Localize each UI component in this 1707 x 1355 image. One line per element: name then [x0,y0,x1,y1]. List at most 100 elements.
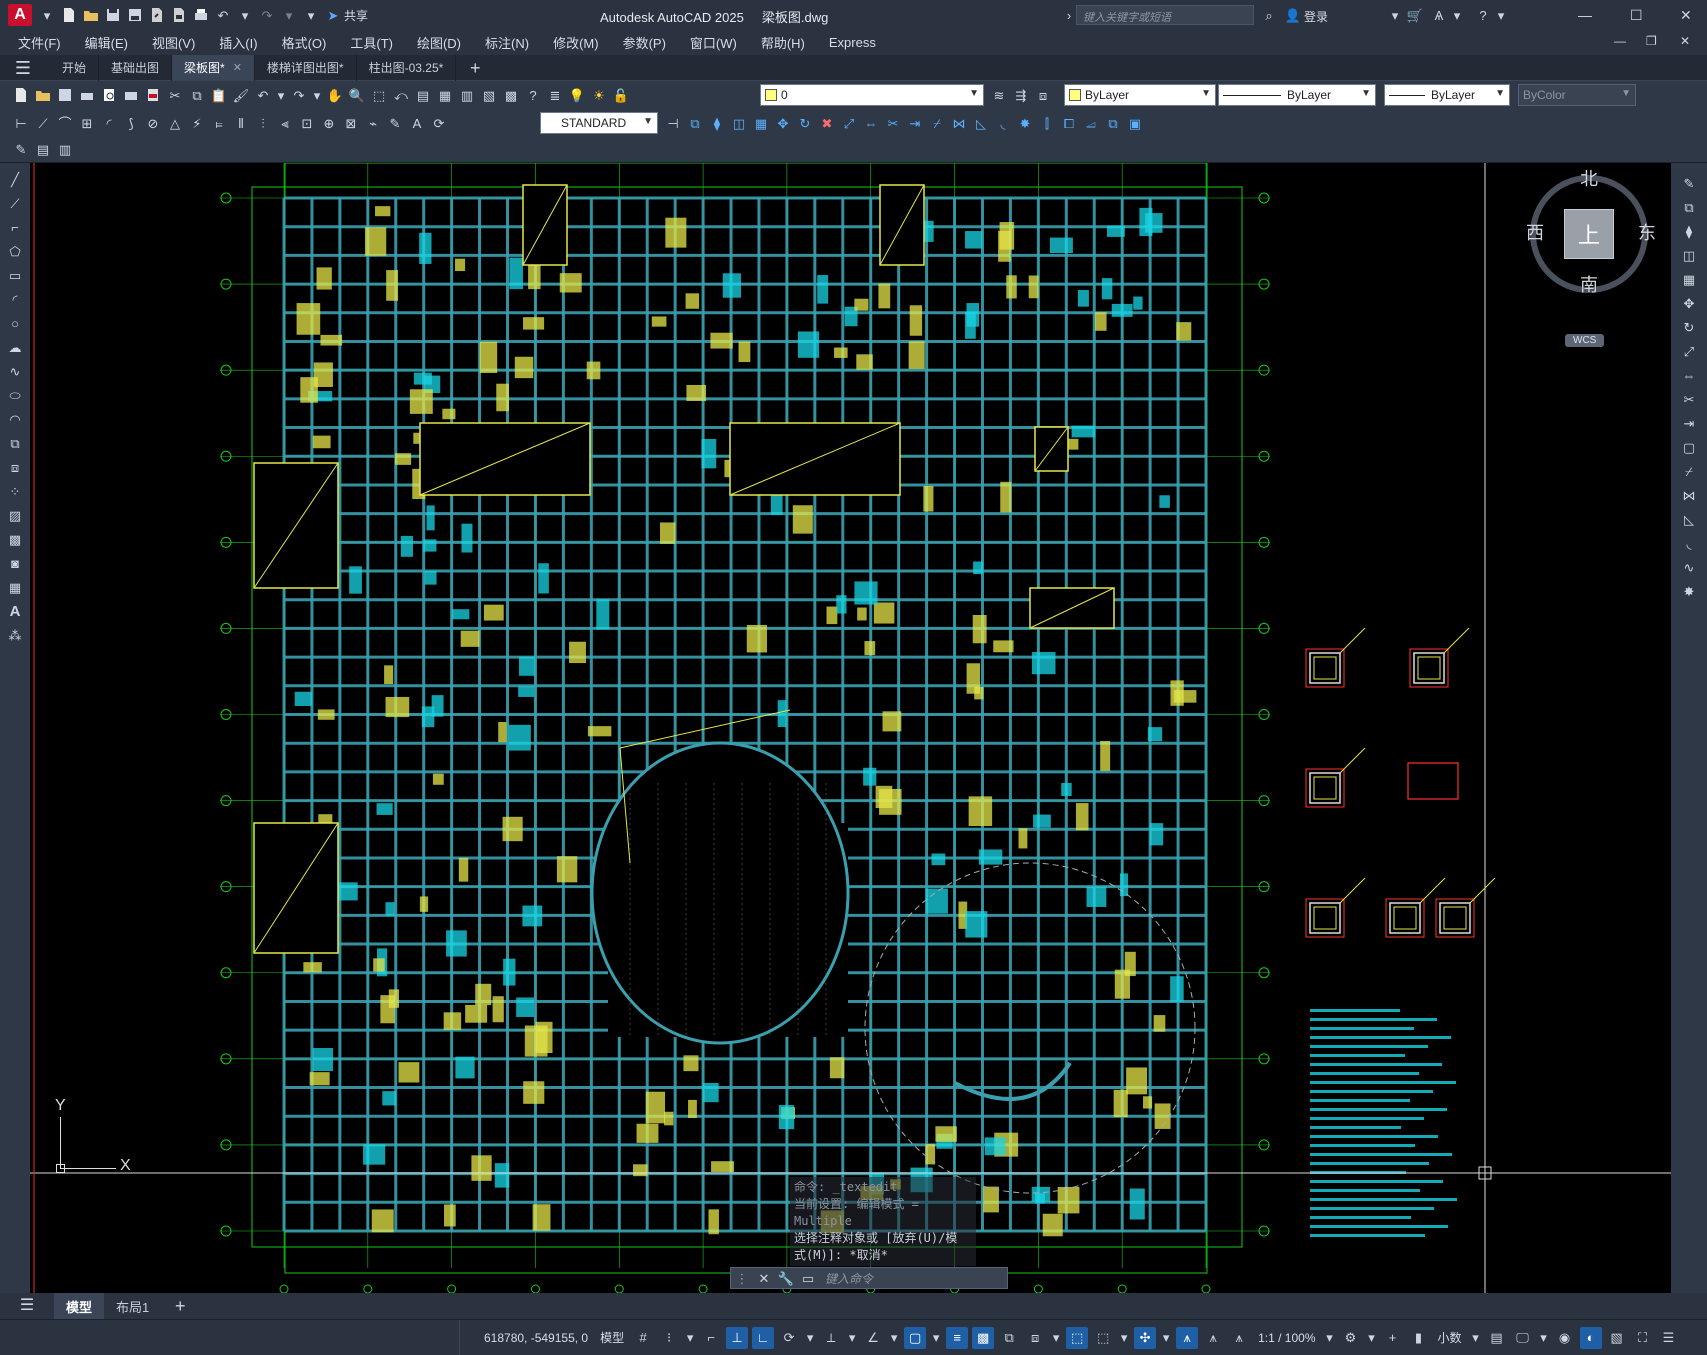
erase-icon[interactable]: ✖ [818,114,836,132]
ellipse-arc-icon[interactable]: ◠ [6,410,24,428]
extend-icon[interactable]: ⇥ [1680,414,1698,432]
lineweight-toggle-icon[interactable]: ≡ [946,1326,969,1349]
a360-dropdown-icon[interactable]: ▾ [1448,6,1466,24]
properties-icon[interactable]: ▤ [414,86,432,104]
redo-dropdown-icon[interactable]: ▾ [312,86,322,104]
doc-minimize-icon[interactable]: — [1614,34,1626,48]
command-close-icon[interactable]: ✕ [755,1269,773,1287]
align-icon[interactable]: ⫿ [1038,114,1056,132]
polyline-icon[interactable]: ⌐ [6,218,24,236]
continue-dim-icon[interactable]: ⫴ [232,114,250,132]
undo-dropdown-icon[interactable]: ▾ [276,86,286,104]
wcs-menu[interactable]: WCS [1565,334,1605,347]
rotate-icon[interactable]: ↻ [1680,318,1698,336]
gradient-icon[interactable]: ▩ [6,530,24,548]
sheet-set-icon[interactable]: ▧ [480,86,498,104]
tab-stair-detail[interactable]: 楼梯详图出图* [255,54,357,81]
clean-screen-icon[interactable]: ⛶ [1632,1327,1654,1349]
make-current-layer-icon[interactable]: ≋ [990,86,1008,104]
new-file-icon[interactable] [60,6,78,24]
minimize-icon[interactable]: — [1578,7,1592,23]
search-input[interactable]: 键入关键字或短语 [1076,5,1254,25]
gizmo-dropdown-icon[interactable]: ▾ [1160,1327,1172,1349]
autocad-logo[interactable]: A [8,4,32,26]
menu-help[interactable]: 帮助(H) [749,33,817,52]
trim-icon[interactable]: ✂ [1680,390,1698,408]
workspace-gear-icon[interactable]: ⚙ [1339,1327,1361,1349]
save-icon[interactable] [104,6,122,24]
ortho-mode-icon[interactable]: ∟ [752,1326,775,1349]
hamburger-menu-icon[interactable]: ☰ [14,59,32,77]
menu-express[interactable]: Express [817,35,888,50]
match-properties-icon[interactable]: 🖌 [232,86,250,104]
customize-dropdown-icon[interactable]: ▾ [302,6,320,24]
draw-order-icon[interactable]: ⧉ [1104,114,1122,132]
fillet-icon[interactable]: ◟ [1680,534,1698,552]
add-layout-icon[interactable]: + [171,1297,189,1315]
zoom-window-icon[interactable]: ⬚ [370,86,388,104]
tolerance-icon[interactable]: ⊡ [298,114,316,132]
close-icon[interactable]: ✕ [1680,7,1692,24]
trim-icon[interactable]: ✂ [884,114,902,132]
units-icon[interactable]: ▮ [1407,1327,1429,1349]
insert-block-icon[interactable]: ⧉ [6,434,24,452]
menu-parametric[interactable]: 参数(P) [611,33,678,52]
isometric-dropdown-icon[interactable]: ▾ [846,1327,858,1349]
scale-dropdown-icon[interactable]: ▾ [1323,1327,1335,1349]
add-selected-icon[interactable]: ⁂ [6,626,24,644]
redo-icon[interactable]: ↷ [258,6,276,24]
arc-length-icon[interactable]: ⌒ [56,114,74,132]
layer-previous-icon[interactable]: ⇶ [1012,86,1030,104]
plot-icon[interactable] [192,6,210,24]
selection-filter-icon[interactable]: ⬚ [1092,1327,1114,1349]
viewcube-face[interactable]: 上 [1564,209,1614,259]
tracking-dropdown-icon[interactable]: ▾ [888,1327,900,1349]
new-icon[interactable] [12,86,30,104]
menu-file[interactable]: 文件(F) [0,33,73,52]
move-icon[interactable]: ✥ [774,114,792,132]
paste-icon[interactable]: 📋 [210,86,228,104]
tab-close-icon[interactable]: ✕ [233,61,242,74]
linetype-dropdown[interactable]: ByLayer ▼ [1218,84,1376,106]
login-button[interactable]: 登录 [1304,8,1328,25]
compass-south[interactable]: 南 [1580,271,1598,297]
3d-osnap-dropdown-icon[interactable]: ▾ [1050,1327,1062,1349]
menu-draw[interactable]: 绘图(D) [405,33,473,52]
open-icon[interactable] [34,86,52,104]
open-folder-icon[interactable] [82,6,100,24]
menu-insert[interactable]: 插入(I) [207,33,269,52]
construction-line-icon[interactable]: ⟋ [6,194,24,212]
help-icon[interactable]: ? [1474,6,1492,24]
tab-layout1[interactable]: 布局1 [104,1293,161,1319]
publish-icon[interactable] [122,86,140,104]
menu-edit[interactable]: 编辑(E) [73,33,140,52]
search-icon[interactable]: ⌕ [1260,6,1278,24]
tab-foundation[interactable]: 基础出图 [99,54,173,81]
filter-dropdown-icon[interactable]: ▾ [1118,1327,1130,1349]
chamfer-icon[interactable]: ◺ [972,114,990,132]
array-icon[interactable]: ▦ [752,114,770,132]
user-icon[interactable]: 👤 [1284,6,1302,24]
auto-scale-icon[interactable]: ⩚ [1202,1327,1224,1349]
quick-properties-icon[interactable]: ▤ [1486,1327,1508,1349]
diameter-dim-icon[interactable]: ⊘ [144,114,162,132]
undo-icon[interactable]: ↶ [214,6,232,24]
workspace-dropdown-icon[interactable]: ▾ [1365,1327,1377,1349]
pan-icon[interactable]: ✋ [326,86,344,104]
ungroup-icon[interactable]: ⧡ [1082,114,1100,132]
polygon-icon[interactable]: ⬠ [6,242,24,260]
layer-lock-icon[interactable]: 🔓 [612,86,630,104]
zoom-realtime-icon[interactable]: 🔍 [348,86,366,104]
plot-icon[interactable] [78,86,96,104]
menu-window[interactable]: 窗口(W) [678,33,749,52]
aligned-dim-icon[interactable]: ⟋ [34,114,52,132]
layer-properties-icon[interactable]: ≣ [546,86,564,104]
dim-text-edit-icon[interactable]: A [408,114,426,132]
doc-close-icon[interactable]: ✕ [1680,34,1690,48]
block-attribute-icon[interactable]: ▤ [34,141,52,159]
snap-dropdown-icon[interactable]: ▾ [684,1327,696,1349]
mirror-icon[interactable]: ⧫ [1680,222,1698,240]
new-tab-icon[interactable]: + [466,59,484,77]
scale-icon[interactable]: ⤢ [840,114,858,132]
spline-icon[interactable]: ∿ [6,362,24,380]
